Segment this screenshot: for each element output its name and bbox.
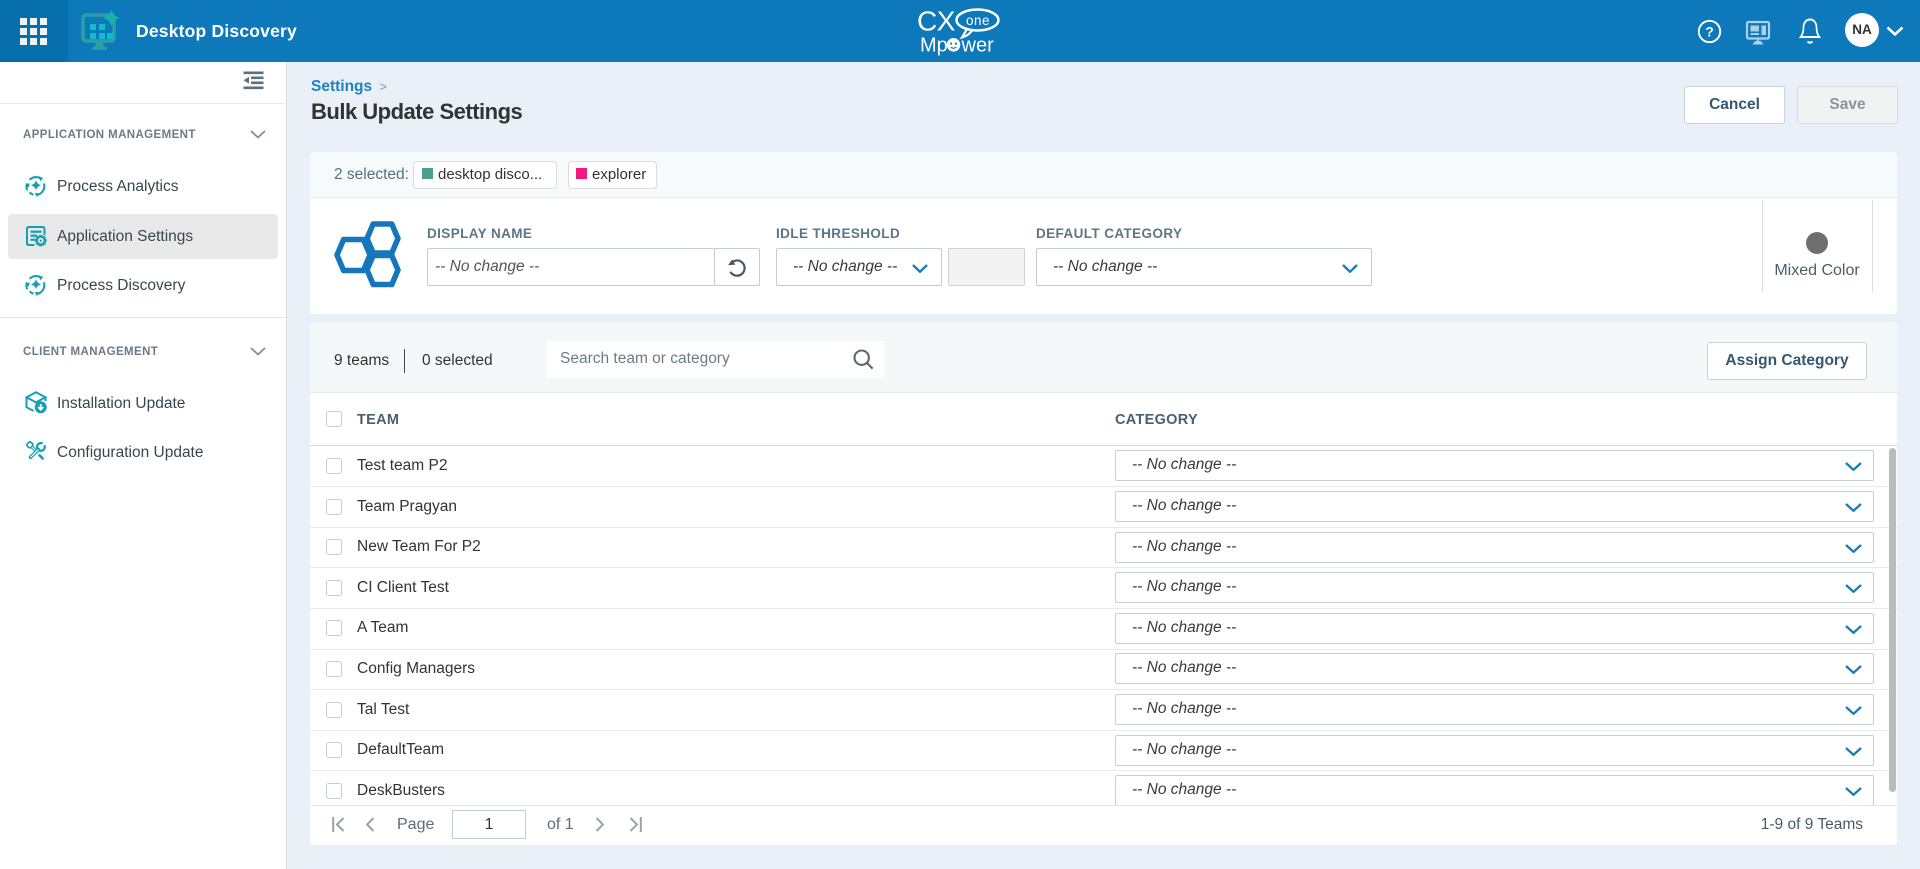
svg-text:?: ?: [1705, 24, 1714, 40]
svg-text:Mp: Mp: [920, 35, 948, 57]
svg-text:CX: CX: [917, 6, 956, 37]
svg-text:wer: wer: [961, 35, 995, 57]
svg-text:one: one: [966, 13, 990, 28]
